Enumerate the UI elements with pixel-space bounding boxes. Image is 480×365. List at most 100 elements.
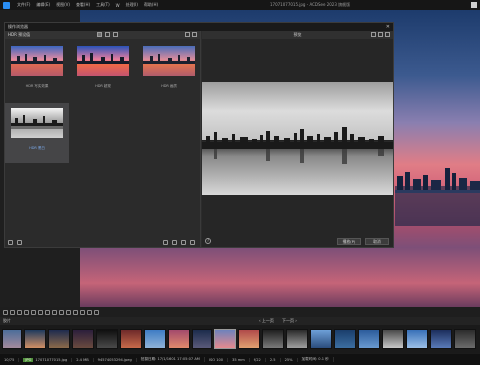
film-thumb[interactable] <box>286 329 308 349</box>
status-aperture: f/22 <box>250 357 266 362</box>
preset-hdr-quality[interactable]: HDR 画质 <box>137 41 201 101</box>
actual-size-icon[interactable] <box>66 309 71 315</box>
cancel-button[interactable]: 取消 <box>365 238 389 245</box>
fit-icon[interactable] <box>59 309 64 315</box>
preview-pane: 预览 ? 播放(P) 取消 <box>202 31 393 247</box>
film-thumb[interactable] <box>454 329 476 349</box>
next-page-label: 下一页 <box>282 318 294 323</box>
filmstrip-nav: 胶片 ‹ 上一页 下一页 › <box>0 317 480 325</box>
status-zoom[interactable]: 25% <box>281 357 298 362</box>
menu-w[interactable]: W <box>113 3 123 8</box>
list-mode-icon[interactable] <box>105 32 110 37</box>
fit-icon[interactable] <box>378 32 383 37</box>
city-skyline-graphic <box>395 168 480 226</box>
film-thumb[interactable] <box>72 329 94 349</box>
menu-file[interactable]: 文件(F) <box>14 2 33 8</box>
view-mode-tools <box>97 32 118 37</box>
film-thumb[interactable] <box>48 329 70 349</box>
film-thumb[interactable] <box>168 329 190 349</box>
preset-thumbnail <box>11 46 63 76</box>
preset-hdr-realistic[interactable]: HDR 写实效果 <box>5 41 69 101</box>
pane-menu-icon[interactable] <box>185 32 190 37</box>
rotate-left-icon[interactable] <box>24 309 29 315</box>
film-thumb[interactable] <box>96 329 118 349</box>
film-thumb[interactable] <box>358 329 380 349</box>
crop-icon[interactable] <box>38 309 43 315</box>
window-title: 17071077015.jpg - ACDSee 2023 旗舰版 <box>270 2 351 7</box>
grid-icon[interactable] <box>87 309 92 315</box>
film-thumb[interactable] <box>144 329 166 349</box>
menu-process[interactable]: 处理(I) <box>123 2 141 8</box>
dialog-title: 操作浏览器 <box>5 23 393 31</box>
actions-browser-dialog: 操作浏览器 ✕ HDR 预设值 HDR 写实效果 HDR 超现 HDR 画质 H… <box>4 22 394 248</box>
grid-mode-icon[interactable] <box>97 32 102 37</box>
film-thumb[interactable] <box>262 329 284 349</box>
grid-view-icon[interactable] <box>471 2 477 8</box>
film-thumb[interactable] <box>310 329 332 349</box>
filmstrip-label: 胶片 <box>3 318 11 323</box>
menu-edit[interactable]: 编辑(E) <box>33 2 53 8</box>
status-ev: 2.5 <box>266 357 281 362</box>
delete-icon[interactable] <box>190 240 195 245</box>
menu-icon[interactable] <box>3 309 8 315</box>
filmstrip[interactable] <box>0 325 480 353</box>
undo-icon[interactable] <box>10 309 15 315</box>
film-thumb[interactable] <box>430 329 452 349</box>
bottom-toolbar <box>0 307 480 317</box>
film-thumb[interactable] <box>192 329 212 349</box>
status-iso: ISO 100 <box>205 357 229 362</box>
settings-icon[interactable] <box>80 309 85 315</box>
app-logo-icon[interactable] <box>3 1 10 9</box>
menu-help[interactable]: 帮助(H) <box>141 2 161 8</box>
fullscreen-icon[interactable] <box>94 309 99 315</box>
menu-look[interactable]: 查看(H) <box>73 2 93 8</box>
preset-label: HDR 写实效果 <box>25 84 49 88</box>
film-thumb[interactable] <box>334 329 356 349</box>
prev-page-label: 上一页 <box>261 318 274 323</box>
film-thumb[interactable] <box>24 329 46 349</box>
film-thumb[interactable] <box>2 329 22 349</box>
detail-mode-icon[interactable] <box>113 32 118 37</box>
preset-hdr-super[interactable]: HDR 超现 <box>71 41 135 101</box>
status-size: 2.4 MB <box>72 357 94 362</box>
menu-tools[interactable]: 工具(T) <box>93 2 113 8</box>
import-icon[interactable] <box>8 239 13 245</box>
record-icon[interactable] <box>181 240 186 245</box>
pane-options <box>185 32 197 37</box>
export-icon[interactable] <box>17 239 22 245</box>
film-thumb[interactable] <box>406 329 428 349</box>
film-thumb-current[interactable] <box>214 329 236 349</box>
preview-title: 预览 <box>202 31 393 39</box>
zoom-in-icon[interactable] <box>45 309 50 315</box>
compare-icon[interactable] <box>73 309 78 315</box>
play-button[interactable]: 播放(P) <box>337 238 361 245</box>
refresh-icon[interactable] <box>371 32 376 37</box>
redo-icon[interactable] <box>17 309 22 315</box>
preset-hdr-bw[interactable]: HDR 黑白 <box>5 103 69 163</box>
presets-header: HDR 预设值 <box>5 31 200 39</box>
file-type-badge: JPG <box>23 357 34 362</box>
next-page-button[interactable]: 下一页 › <box>282 318 297 324</box>
rotate-right-icon[interactable] <box>31 309 36 315</box>
pane-expand-icon[interactable] <box>192 32 197 37</box>
prev-page-button[interactable]: ‹ 上一页 <box>259 318 274 324</box>
zoom-out-icon[interactable] <box>52 309 57 315</box>
film-thumb[interactable] <box>238 329 260 349</box>
status-index: 10/75 <box>0 357 20 362</box>
film-thumb[interactable] <box>120 329 142 349</box>
menu-view[interactable]: 视图(V) <box>53 2 73 8</box>
help-icon[interactable]: ? <box>205 238 211 244</box>
menubar: 文件(F) 编辑(E) 视图(V) 查看(H) 工具(T) W 处理(I) 帮助… <box>0 0 480 10</box>
status-filename: 17071077015.jpg <box>35 357 68 362</box>
presets-header-label: HDR 预设值 <box>8 32 31 37</box>
preview-image <box>202 82 393 195</box>
preset-label: HDR 黑白 <box>29 146 45 150</box>
close-icon[interactable]: ✕ <box>386 24 390 30</box>
preset-thumbnail <box>77 46 129 76</box>
status-loaded: 加载时间: 0.1 秒 <box>298 357 334 362</box>
menu-icon[interactable] <box>385 32 390 37</box>
preset-label: HDR 画质 <box>161 84 177 88</box>
copy-icon[interactable] <box>172 240 177 245</box>
film-thumb[interactable] <box>382 329 404 349</box>
edit-icon[interactable] <box>163 240 168 245</box>
